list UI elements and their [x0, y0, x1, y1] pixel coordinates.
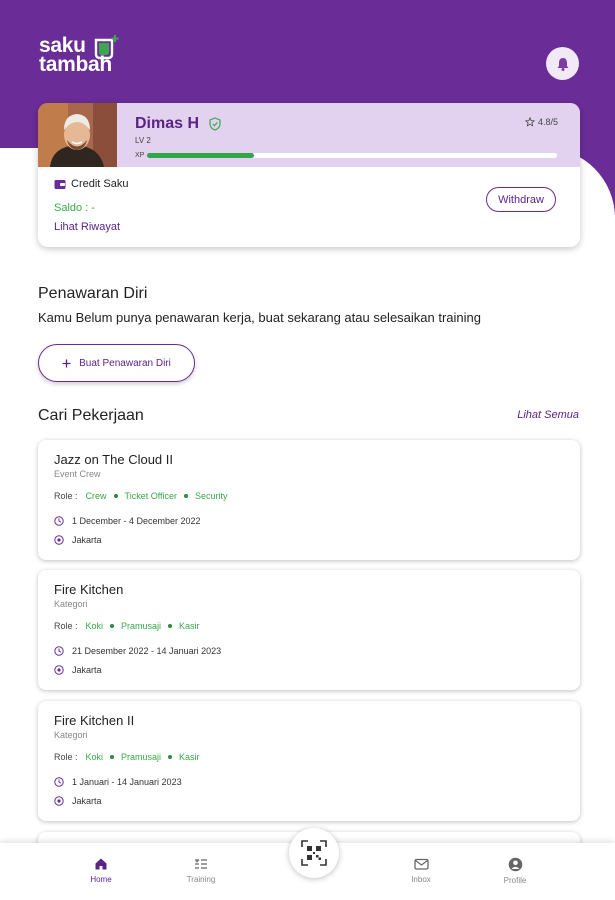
offer-section-description: Kamu Belum punya penawaran kerja, buat s…: [38, 310, 481, 325]
role-tag: Pramusaji: [121, 752, 162, 762]
job-location: Jakarta: [72, 796, 102, 806]
location-icon: [54, 665, 64, 675]
job-card[interactable]: Fire Kitchen Kategori Role : Koki Pramusa…: [38, 570, 580, 690]
xp-progress-bar: [147, 153, 557, 158]
role-separator-dot: [168, 624, 173, 628]
job-date: 1 December - 4 December 2022: [72, 516, 201, 526]
plus-icon: [62, 359, 71, 367]
nav-training-label: Training: [186, 875, 216, 884]
create-offer-label: Buat Penawaran Diri: [79, 357, 171, 369]
nav-inbox-label: Inbox: [411, 875, 431, 884]
see-all-link[interactable]: Lihat Semua: [517, 409, 579, 421]
clock-icon: [54, 516, 64, 526]
role-label: Role :: [54, 491, 78, 501]
role-separator-dot: [184, 494, 189, 498]
job-category: Kategori: [54, 599, 88, 609]
qr-scan-button[interactable]: [289, 828, 339, 878]
role-tag: Crew: [85, 491, 107, 501]
withdraw-button[interactable]: Withdraw: [486, 187, 556, 212]
xp-label: XP: [135, 152, 145, 159]
role-separator-dot: [110, 624, 115, 628]
job-location-row: Jakarta: [54, 796, 102, 806]
offer-section-title: Penawaran Diri: [38, 285, 148, 302]
profile-card: Dimas H LV 2 XP 4.8/5 Credit Saku Saldo …: [38, 103, 580, 247]
nav-training[interactable]: Training: [171, 857, 231, 884]
role-separator-dot: [168, 755, 173, 759]
nav-profile-label: Profile: [503, 876, 527, 885]
avatar[interactable]: [38, 103, 117, 167]
role-tag: Security: [195, 491, 228, 501]
role-label: Role :: [54, 752, 78, 762]
job-category: Event Crew: [54, 469, 101, 479]
star-icon: [524, 117, 535, 127]
job-title: Fire Kitchen II: [54, 713, 135, 728]
job-date-row: 21 Desember 2022 - 14 Januari 2023: [54, 646, 221, 656]
job-location: Jakarta: [72, 535, 102, 545]
bell-icon: [557, 57, 568, 71]
location-icon: [54, 535, 64, 545]
role-label: Role :: [54, 621, 78, 631]
role-separator-dot: [110, 755, 115, 759]
qr-code-icon: [301, 840, 327, 866]
role-separator-dot: [113, 494, 118, 498]
job-location-row: Jakarta: [54, 665, 102, 675]
job-title: Jazz on The Cloud II: [54, 452, 173, 467]
credit-label: Credit Saku: [71, 178, 129, 190]
rating: 4.8/5: [524, 117, 558, 127]
job-title: Fire Kitchen: [54, 582, 124, 597]
job-location-row: Jakarta: [54, 535, 102, 545]
history-link[interactable]: Lihat Riwayat: [54, 221, 120, 233]
job-roles: Role : Koki Pramusaji Kasir: [54, 621, 200, 631]
jobs-section-title: Cari Pekerjaan: [38, 407, 144, 424]
job-card[interactable]: Fire Kitchen II Kategori Role : Koki Pram…: [38, 701, 580, 821]
nav-profile[interactable]: Profile: [485, 857, 545, 885]
user-level: LV 2: [135, 136, 151, 145]
training-icon: [195, 859, 207, 869]
profile-header: Dimas H LV 2 XP 4.8/5: [38, 103, 580, 167]
rating-value: 4.8/5: [537, 117, 558, 127]
job-date: 21 Desember 2022 - 14 Januari 2023: [72, 646, 222, 656]
saldo-value: Saldo : -: [54, 202, 95, 214]
location-icon: [54, 796, 64, 806]
role-tag: Pramusaji: [121, 621, 162, 631]
job-card[interactable]: Jazz on The Cloud II Event Crew Role : C…: [38, 440, 580, 560]
clock-icon: [54, 777, 64, 787]
verified-shield-icon: [209, 117, 221, 131]
user-name: Dimas H: [135, 115, 200, 132]
nav-inbox[interactable]: Inbox: [391, 857, 451, 884]
job-roles: Role : Koki Pramusaji Kasir: [54, 752, 200, 762]
job-date-row: 1 Januari - 14 Januari 2023: [54, 777, 182, 787]
job-date-row: 1 December - 4 December 2022: [54, 516, 201, 526]
clock-icon: [54, 646, 64, 656]
role-tag: Kasir: [179, 621, 200, 631]
wallet-icon: [54, 179, 66, 189]
nav-home[interactable]: Home: [71, 857, 131, 884]
create-offer-button[interactable]: Buat Penawaran Diri: [38, 344, 195, 382]
credit-saku: Credit Saku: [54, 178, 128, 190]
nav-home-label: Home: [90, 875, 112, 884]
xp-progress-fill: [147, 153, 254, 158]
home-icon: [95, 858, 107, 870]
role-tag: Koki: [85, 621, 104, 631]
role-tag: Koki: [85, 752, 104, 762]
mail-icon: [413, 858, 429, 870]
role-tag: Kasir: [179, 752, 200, 762]
role-tag: Ticket Officer: [124, 491, 178, 501]
job-category: Kategori: [54, 730, 88, 740]
notification-button[interactable]: [546, 47, 579, 80]
job-roles: Role : Crew Ticket Officer Security: [54, 491, 228, 501]
job-date: 1 Januari - 14 Januari 2023: [72, 777, 182, 787]
profile-icon: [508, 857, 522, 872]
job-location: Jakarta: [72, 665, 102, 675]
shopping-bag-icon: [94, 35, 119, 60]
